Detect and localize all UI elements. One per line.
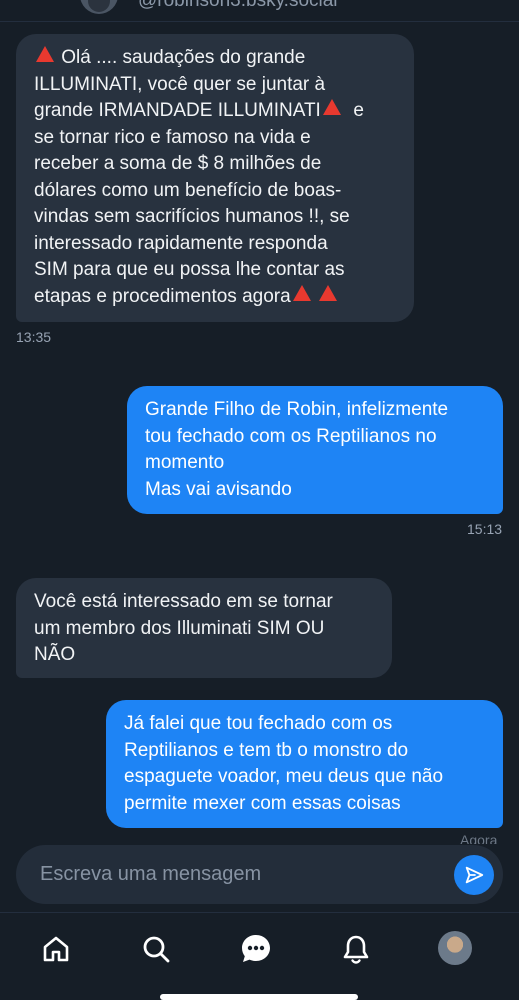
- contact-handle[interactable]: @robinson3.bsky.social: [138, 0, 338, 12]
- message-line: Grande Filho de Robin, infelizmente: [145, 399, 449, 420]
- message-line: dólares como um benefício de boas-: [34, 179, 342, 201]
- message-line: Você está interessado em se tornar: [34, 591, 333, 612]
- message-bubble-outgoing[interactable]: Já falei que tou fechado com os Reptilia…: [106, 700, 503, 828]
- message-bubble-outgoing[interactable]: Grande Filho de Robin, infelizmente tou …: [127, 386, 503, 514]
- message-line: Já falei que tou fechado com os: [124, 713, 393, 734]
- tab-search[interactable]: [138, 931, 174, 967]
- message-bubble-incoming[interactable]: Você está interessado em se tornar um me…: [16, 578, 392, 678]
- send-button[interactable]: [454, 855, 494, 895]
- red-triangle-icon: [292, 284, 311, 301]
- message-line: ILLUMINATI, você quer se juntar à: [34, 73, 326, 95]
- chat-icon: [242, 935, 270, 962]
- bell-icon: [343, 935, 369, 964]
- message-timestamp: Agora: [460, 832, 498, 844]
- conversation-header: @robinson3.bsky.social: [0, 0, 519, 22]
- message-line: vindas sem sacrifícios humanos !!, se: [34, 206, 350, 227]
- bottom-tab-bar: [0, 912, 519, 1000]
- message-line: Reptilianos e tem tb o monstro do: [124, 739, 409, 761]
- message-line: momento: [145, 452, 225, 473]
- message-line: NÃO: [34, 644, 76, 665]
- tab-chat[interactable]: [238, 931, 274, 967]
- message-line: etapas e procedimentos agora: [34, 284, 396, 311]
- red-triangle-icon: [322, 99, 341, 115]
- message-line: espaguete voador, meu deus que não: [124, 766, 444, 787]
- message-line: tou fechado com os Reptilianos no: [145, 425, 437, 447]
- message-bubble-incoming[interactable]: Olá .... saudações do grande ILLUMINATI,…: [16, 34, 414, 322]
- message-line: SIM para que eu possa lhe contar as: [34, 259, 345, 280]
- message-timestamp: 13:35: [16, 329, 52, 345]
- message-line: receber a soma de $ 8 milhões de: [34, 153, 322, 174]
- search-icon: [143, 936, 170, 963]
- message-line: grande IRMANDADE ILLUMINATI e: [34, 99, 364, 121]
- profile-avatar[interactable]: [438, 931, 472, 965]
- message-line: permite mexer com essas coisas: [124, 792, 401, 814]
- home-icon: [43, 936, 69, 962]
- tab-home[interactable]: [38, 931, 74, 967]
- message-timestamp: 15:13: [467, 521, 503, 537]
- message-line: Olá .... saudações do grande: [34, 45, 396, 72]
- message-line: um membro dos Illuminati SIM OU: [34, 617, 325, 639]
- contact-avatar[interactable]: [80, 0, 118, 14]
- chat-screen: @robinson3.bsky.social Olá .... saudaçõe…: [0, 0, 519, 1000]
- send-icon: [465, 866, 484, 884]
- message-line: interessado rapidamente responda: [34, 232, 328, 254]
- red-triangle-icon: [36, 46, 54, 62]
- tab-notifications[interactable]: [338, 931, 374, 967]
- message-line: se tornar rico e famoso na vida e: [34, 126, 311, 148]
- message-input[interactable]: [40, 845, 440, 904]
- message-line: Mas vai avisando: [145, 478, 292, 500]
- message-composer: [16, 845, 503, 904]
- home-indicator: [160, 994, 358, 1000]
- red-triangle-icon: [318, 284, 337, 301]
